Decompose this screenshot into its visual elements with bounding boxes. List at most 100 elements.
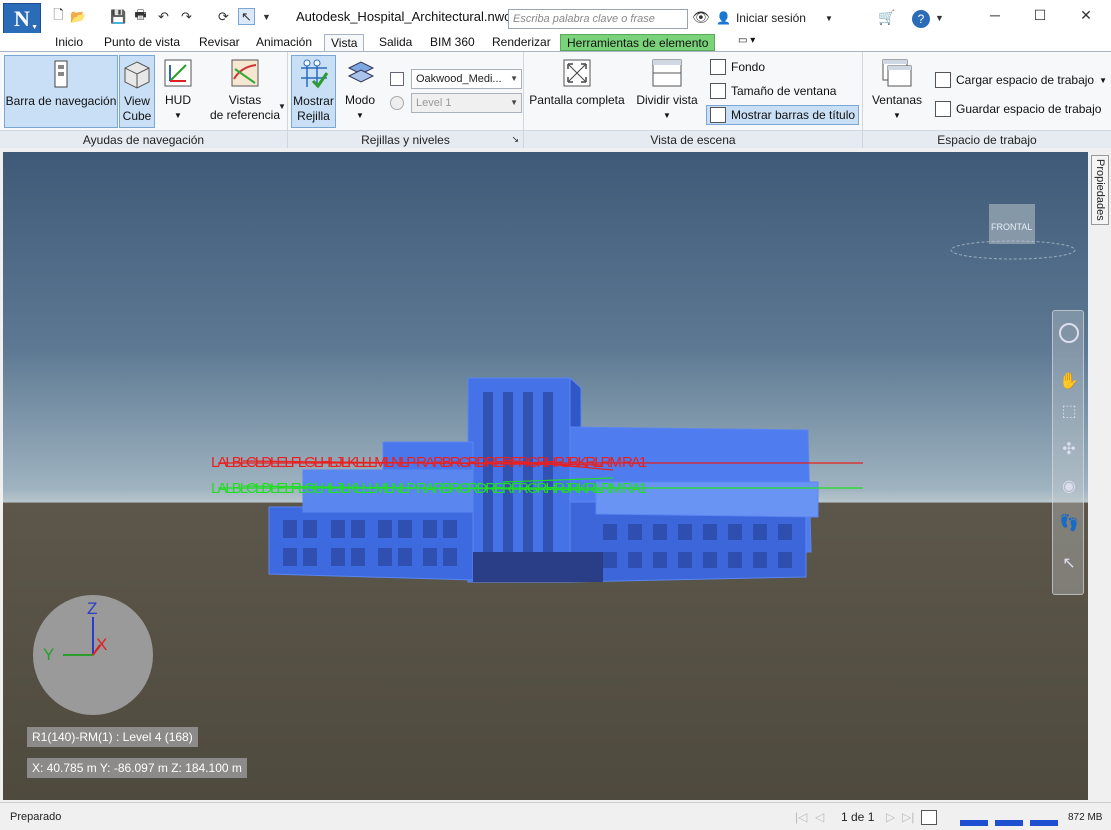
window-size-label: Tamaño de ventana: [731, 84, 837, 98]
save-workspace-icon: [935, 101, 951, 117]
panel-title-scene-view: Vista de escena: [524, 130, 862, 148]
cart-icon[interactable]: 🛒: [878, 9, 895, 26]
chevron-down-icon[interactable]: ▼: [935, 13, 944, 23]
open-folder-icon[interactable]: 📂: [70, 8, 87, 25]
level-select[interactable]: Level 1 ▼: [411, 93, 522, 113]
close-button[interactable]: ✕: [1066, 5, 1106, 25]
customize-dropdown-icon[interactable]: ▼: [258, 8, 275, 25]
chevron-down-icon[interactable]: ▼: [278, 102, 286, 111]
help-icon[interactable]: ?: [912, 10, 930, 28]
window-size-button[interactable]: Tamaño de ventana: [710, 81, 836, 101]
new-file-icon[interactable]: 🗋: [50, 7, 67, 25]
sheet-browser-icon[interactable]: [921, 810, 937, 825]
panel-title-grids-levels: Rejillas y niveles ↘: [288, 130, 523, 148]
mode-button[interactable]: Modo ▼: [340, 55, 380, 128]
disk-progress-icon: [995, 808, 1023, 826]
reference-views-label-1: Vistas: [228, 93, 262, 107]
tab-vista[interactable]: Vista: [324, 34, 365, 51]
ribbon-tabs: Inicio Punto de vista Revisar Animación …: [0, 33, 1111, 51]
save-workspace-label: Guardar espacio de trabajo: [956, 102, 1102, 116]
select-icon[interactable]: ↖: [1059, 553, 1079, 573]
load-workspace-button[interactable]: Cargar espacio de trabajo ▼: [935, 70, 1107, 90]
show-title-bars-button[interactable]: Mostrar barras de título: [706, 105, 860, 125]
next-page-icon[interactable]: ▷: [886, 810, 895, 824]
building-model[interactable]: [3, 152, 1088, 800]
show-grid-label-1: Mostrar: [293, 94, 334, 108]
minimize-button[interactable]: ─: [975, 5, 1015, 25]
3d-viewport[interactable]: FRONTAL LALBLCLDLELFLGLHLJLKLLLMLNLP RAR…: [3, 152, 1088, 800]
grid-labels-red: LALBLCLDLELFLGLHLJLKLLLMLNLP RARBRCRDRER…: [211, 454, 647, 471]
zoom-window-icon[interactable]: ⬚: [1059, 401, 1079, 421]
tab-inicio[interactable]: Inicio: [49, 34, 89, 51]
show-title-bars-label: Mostrar barras de título: [731, 108, 856, 122]
look-icon[interactable]: ◉: [1059, 476, 1079, 496]
mode-layers-icon: [344, 57, 376, 89]
chevron-down-icon: ▼: [824, 13, 833, 23]
grids-levels-title: Rejillas y niveles: [361, 133, 450, 147]
properties-panel-tab[interactable]: Propiedades: [1091, 155, 1109, 225]
tab-punto-de-vista[interactable]: Punto de vista: [98, 34, 186, 51]
panel-grids-levels: Mostrar Rejilla Modo ▼ Oakwood_Medi... ▼ …: [288, 52, 524, 148]
split-view-button[interactable]: Dividir vista ▼: [632, 55, 702, 128]
tab-animacion[interactable]: Animación: [250, 34, 318, 51]
model-select[interactable]: Oakwood_Medi... ▼: [411, 69, 522, 89]
axis-indicator: Z X Y: [33, 595, 153, 715]
chevron-down-icon: ▼: [1099, 75, 1108, 85]
orbit-icon[interactable]: ✣: [1059, 439, 1079, 459]
first-page-icon[interactable]: |◁: [795, 810, 807, 824]
redo-icon[interactable]: ↷: [178, 8, 195, 25]
viewcube-face-label[interactable]: FRONTAL: [991, 222, 1032, 232]
maximize-button[interactable]: ☐: [1020, 5, 1060, 25]
refresh-icon[interactable]: ⟳: [215, 8, 232, 25]
chevron-down-icon: ▼: [31, 23, 38, 31]
tab-herramientas-de-elemento[interactable]: Herramientas de elemento: [560, 34, 716, 51]
windows-button[interactable]: Ventanas ▼: [869, 55, 925, 128]
level-select-value: Level 1: [416, 97, 452, 109]
background-button[interactable]: Fondo: [710, 57, 765, 77]
axis-x-label: X: [96, 635, 108, 654]
panel-workspace: Ventanas ▼ Cargar espacio de trabajo ▼ Gu…: [863, 52, 1111, 148]
select-cursor-icon[interactable]: ↖: [238, 8, 255, 25]
load-workspace-icon: [935, 72, 951, 88]
search-input[interactable]: Escriba palabra clave o frase: [508, 9, 688, 29]
panel-scene-view: Pantalla completa Dividir vista ▼ Fondo …: [524, 52, 863, 148]
undo-icon[interactable]: ↶: [155, 8, 172, 25]
tab-revisar[interactable]: Revisar: [193, 34, 246, 51]
hud-button[interactable]: HUD ▼: [160, 55, 196, 128]
mode-label: Modo: [344, 93, 376, 107]
signin-button[interactable]: 👤 Iniciar sesión ▼: [716, 11, 833, 25]
reference-views-button[interactable]: Vistas de referencia: [204, 55, 286, 128]
full-screen-button[interactable]: Pantalla completa: [528, 55, 626, 128]
binoculars-icon[interactable]: 👁: [692, 9, 710, 26]
map-icon: [229, 57, 261, 89]
page-indicator: 1 de 1: [841, 810, 875, 824]
chevron-down-icon: ▼: [174, 111, 182, 120]
show-grid-button[interactable]: Mostrar Rejilla: [291, 55, 336, 128]
view-cube-label-1: View: [124, 94, 150, 108]
tab-renderizar[interactable]: Renderizar: [486, 34, 557, 51]
pan-hand-icon[interactable]: ✋: [1059, 371, 1079, 391]
tab-salida[interactable]: Salida: [373, 34, 418, 51]
tab-bim360[interactable]: BIM 360: [424, 34, 481, 51]
view-cube-button[interactable]: View Cube: [119, 55, 155, 128]
chevron-down-icon: ▼: [510, 98, 518, 107]
print-icon[interactable]: 🖶: [132, 7, 149, 25]
split-view-label: Dividir vista: [636, 93, 698, 107]
load-workspace-label: Cargar espacio de trabajo: [956, 73, 1095, 87]
steering-wheel-icon[interactable]: [1059, 323, 1079, 343]
application-menu-button[interactable]: N ▼: [3, 3, 41, 35]
memory-usage: 872 MB: [1068, 812, 1103, 823]
axis-z-label: Z: [87, 599, 98, 618]
save-icon[interactable]: 💾: [110, 8, 127, 25]
save-workspace-button[interactable]: Guardar espacio de trabajo: [935, 99, 1101, 119]
walk-icon[interactable]: 👣: [1059, 513, 1079, 533]
navigation-bar-button[interactable]: Barra de navegación: [4, 55, 118, 128]
reference-views-label-2: de referencia: [209, 108, 281, 122]
coordinates-readout: X: 40.785 m Y: -86.097 m Z: 184.100 m: [27, 758, 247, 778]
previous-page-icon[interactable]: ◁: [815, 810, 824, 824]
last-page-icon[interactable]: ▷|: [902, 810, 914, 824]
view-cube-label-2: Cube: [122, 109, 152, 123]
panel-launcher-icon[interactable]: ↘: [511, 134, 519, 145]
status-bar: Preparado |◁ ◁ 1 de 1 ▷ ▷| 872 MB: [0, 802, 1111, 830]
panel-toggle-icon[interactable]: ▭ ▾: [732, 34, 761, 51]
